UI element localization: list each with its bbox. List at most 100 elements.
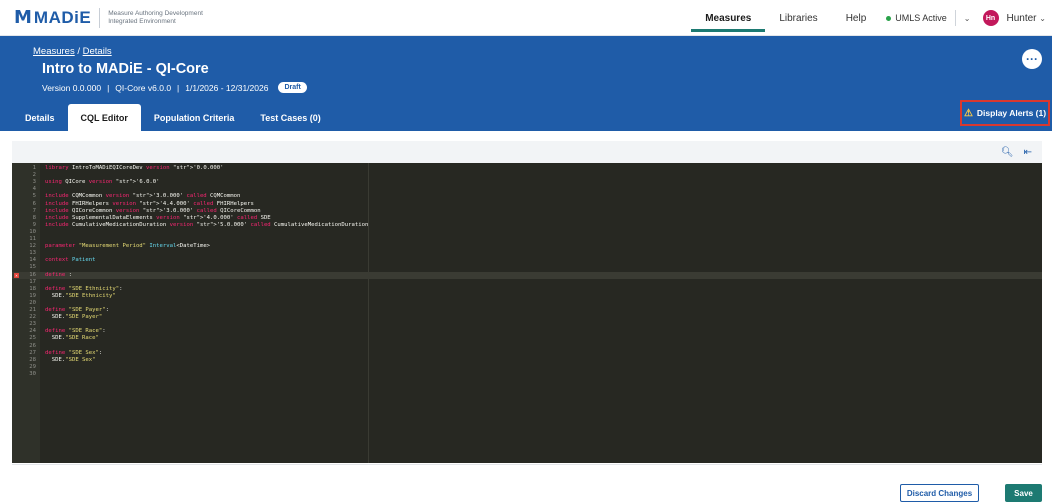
code-line[interactable]: 13 bbox=[12, 250, 1042, 257]
code-text: define "SDE Race": bbox=[45, 328, 106, 335]
code-text: define "SDE Ethnicity": bbox=[45, 285, 123, 292]
display-alerts-label: Display Alerts (1) bbox=[976, 108, 1047, 118]
main-nav: Measures Libraries Help UMLS Active ⌄ Hn… bbox=[691, 0, 1052, 36]
divider bbox=[12, 464, 1042, 465]
line-number: 29 bbox=[29, 363, 36, 370]
logo-subtitle-line1: Measure Authoring Development bbox=[108, 9, 203, 17]
nav-libraries[interactable]: Libraries bbox=[779, 0, 817, 36]
code-line[interactable]: 29 bbox=[12, 364, 1042, 371]
code-line[interactable]: 8 include SupplementalDataElements versio… bbox=[12, 215, 1042, 222]
chevron-down-icon: ⌄ bbox=[963, 13, 971, 23]
code-line[interactable]: 18 define "SDE Ethnicity": bbox=[12, 286, 1042, 293]
code-line[interactable]: 24 define "SDE Race": bbox=[12, 328, 1042, 335]
code-line[interactable]: 14 context Patient bbox=[12, 257, 1042, 264]
code-text: SDE."SDE Ethnicity" bbox=[45, 292, 116, 299]
code-line[interactable]: 19 SDE."SDE Ethnicity" bbox=[12, 293, 1042, 300]
measure-version: Version 0.0.000 bbox=[42, 82, 102, 93]
logo-subtitle: Measure Authoring Development Integrated… bbox=[108, 10, 203, 26]
breadcrumb-measures[interactable]: Measures bbox=[33, 46, 75, 57]
cql-editor[interactable]: 1 library IntroToMADiEQICoreDev version "… bbox=[12, 163, 1042, 463]
code-line[interactable]: 10 bbox=[12, 229, 1042, 236]
line-number: 30 bbox=[29, 370, 36, 377]
code-line[interactable]: 15 bbox=[12, 264, 1042, 271]
umls-status-label: UMLS Active bbox=[895, 13, 947, 23]
code-line[interactable]: 11 bbox=[12, 236, 1042, 243]
umls-status-dropdown[interactable]: UMLS Active ⌄ bbox=[886, 10, 971, 26]
code-line[interactable]: 9 include CumulativeMedicationDuration ve… bbox=[12, 222, 1042, 229]
code-text: parameter "Measurement Period" Interval<… bbox=[45, 243, 211, 250]
line-number: 22 bbox=[29, 314, 36, 321]
code-line[interactable]: × 16 define : bbox=[12, 271, 1042, 279]
line-number: 21 bbox=[29, 307, 36, 313]
measure-model: QI-Core v6.0.0 bbox=[115, 82, 172, 93]
code-line[interactable]: 28 SDE."SDE Sex" bbox=[12, 357, 1042, 364]
code-line[interactable]: 17 bbox=[12, 279, 1042, 286]
code-line[interactable]: 20 bbox=[12, 300, 1042, 307]
tab-test-cases[interactable]: Test Cases (0) bbox=[247, 104, 333, 131]
line-number: 23 bbox=[29, 321, 36, 328]
measure-tabs: Details CQL Editor Population Criteria T… bbox=[12, 104, 334, 131]
discard-changes-button[interactable]: Discard Changes bbox=[900, 484, 979, 502]
tab-cql-editor[interactable]: CQL Editor bbox=[67, 104, 141, 131]
search-icon[interactable]: 🔍︎ bbox=[1001, 147, 1014, 158]
code-line[interactable]: 6 include FHIRHelpers version "str">'4.4.… bbox=[12, 201, 1042, 208]
code-text: include CQMCommon version "str">'3.0.000… bbox=[45, 193, 241, 200]
code-line[interactable]: 5 include CQMCommon version "str">'3.0.00… bbox=[12, 193, 1042, 200]
line-number: 7 bbox=[32, 207, 36, 214]
breadcrumb-details[interactable]: Details bbox=[83, 46, 112, 57]
line-number: 25 bbox=[29, 335, 36, 342]
umls-status-dot-icon bbox=[886, 15, 892, 21]
warning-icon: ⚠ bbox=[963, 107, 973, 119]
line-number: 28 bbox=[29, 356, 36, 363]
chevron-down-icon: ⌄ bbox=[1039, 13, 1046, 23]
code-line[interactable]: 7 include QICoreCommon version "str">'3.0… bbox=[12, 208, 1042, 215]
code-line[interactable]: 26 bbox=[12, 343, 1042, 350]
code-line[interactable]: 30 bbox=[12, 371, 1042, 378]
code-text: define "SDE Payer": bbox=[45, 307, 110, 313]
display-alerts-button[interactable]: ⚠ Display Alerts (1) bbox=[960, 100, 1050, 126]
line-number: 24 bbox=[29, 328, 36, 335]
code-line[interactable]: 25 SDE."SDE Race" bbox=[12, 335, 1042, 342]
code-line[interactable]: 1 library IntroToMADiEQICoreDev version "… bbox=[12, 165, 1042, 172]
code-text: SDE."SDE Payer" bbox=[45, 314, 103, 321]
code-line[interactable]: 3 using QICore version "str">'6.0.0' bbox=[12, 179, 1042, 186]
code-text: include FHIRHelpers version "str">'4.4.0… bbox=[45, 200, 254, 207]
top-nav-bar: M MADiE Measure Authoring Development In… bbox=[0, 0, 1052, 36]
logo-subtitle-line2: Integrated Environment bbox=[108, 17, 176, 25]
line-number: 2 bbox=[32, 172, 36, 179]
tab-details[interactable]: Details bbox=[12, 104, 68, 131]
user-name: Hunter bbox=[1006, 12, 1037, 24]
line-number: 5 bbox=[32, 193, 36, 200]
code-text: include SupplementalDataElements version… bbox=[45, 214, 271, 221]
madie-logo[interactable]: M MADiE Measure Authoring Development In… bbox=[14, 7, 203, 28]
more-options-icon[interactable]: ··· bbox=[1022, 49, 1042, 69]
user-menu[interactable]: Hunter ⌄ bbox=[1007, 13, 1047, 24]
nav-measures[interactable]: Measures bbox=[691, 0, 766, 36]
tab-population-criteria[interactable]: Population Criteria bbox=[141, 104, 248, 131]
code-line[interactable]: 22 SDE."SDE Payer" bbox=[12, 314, 1042, 321]
line-number: 11 bbox=[29, 236, 36, 242]
code-text: context Patient bbox=[45, 257, 96, 264]
line-number: 15 bbox=[29, 264, 36, 271]
code-line[interactable]: 2 bbox=[12, 172, 1042, 179]
meta-separator: | bbox=[177, 82, 180, 93]
breadcrumb: Measures / Details bbox=[33, 46, 112, 57]
meta-separator: | bbox=[107, 82, 110, 93]
editor-toolbar: 🔍︎ ⇤ bbox=[12, 141, 1042, 163]
logo-mark-icon: M bbox=[14, 7, 32, 28]
line-number: 17 bbox=[29, 278, 36, 285]
code-text: SDE."SDE Race" bbox=[45, 335, 99, 342]
code-line[interactable]: 21 define "SDE Payer": bbox=[12, 307, 1042, 314]
code-line[interactable]: 12 parameter "Measurement Period" Interva… bbox=[12, 243, 1042, 250]
code-line[interactable]: 4 bbox=[12, 186, 1042, 193]
nav-help[interactable]: Help bbox=[846, 0, 867, 36]
line-number: 13 bbox=[29, 250, 36, 257]
line-number: 4 bbox=[32, 186, 36, 193]
avatar[interactable]: Hn bbox=[982, 10, 999, 26]
line-number: 18 bbox=[29, 285, 36, 292]
collapse-panel-icon[interactable]: ⇤ bbox=[1024, 147, 1032, 158]
status-badge: Draft bbox=[278, 82, 307, 93]
code-line[interactable]: 23 bbox=[12, 321, 1042, 328]
code-line[interactable]: 27 define "SDE Sex": bbox=[12, 350, 1042, 357]
save-button[interactable]: Save bbox=[1005, 484, 1042, 502]
